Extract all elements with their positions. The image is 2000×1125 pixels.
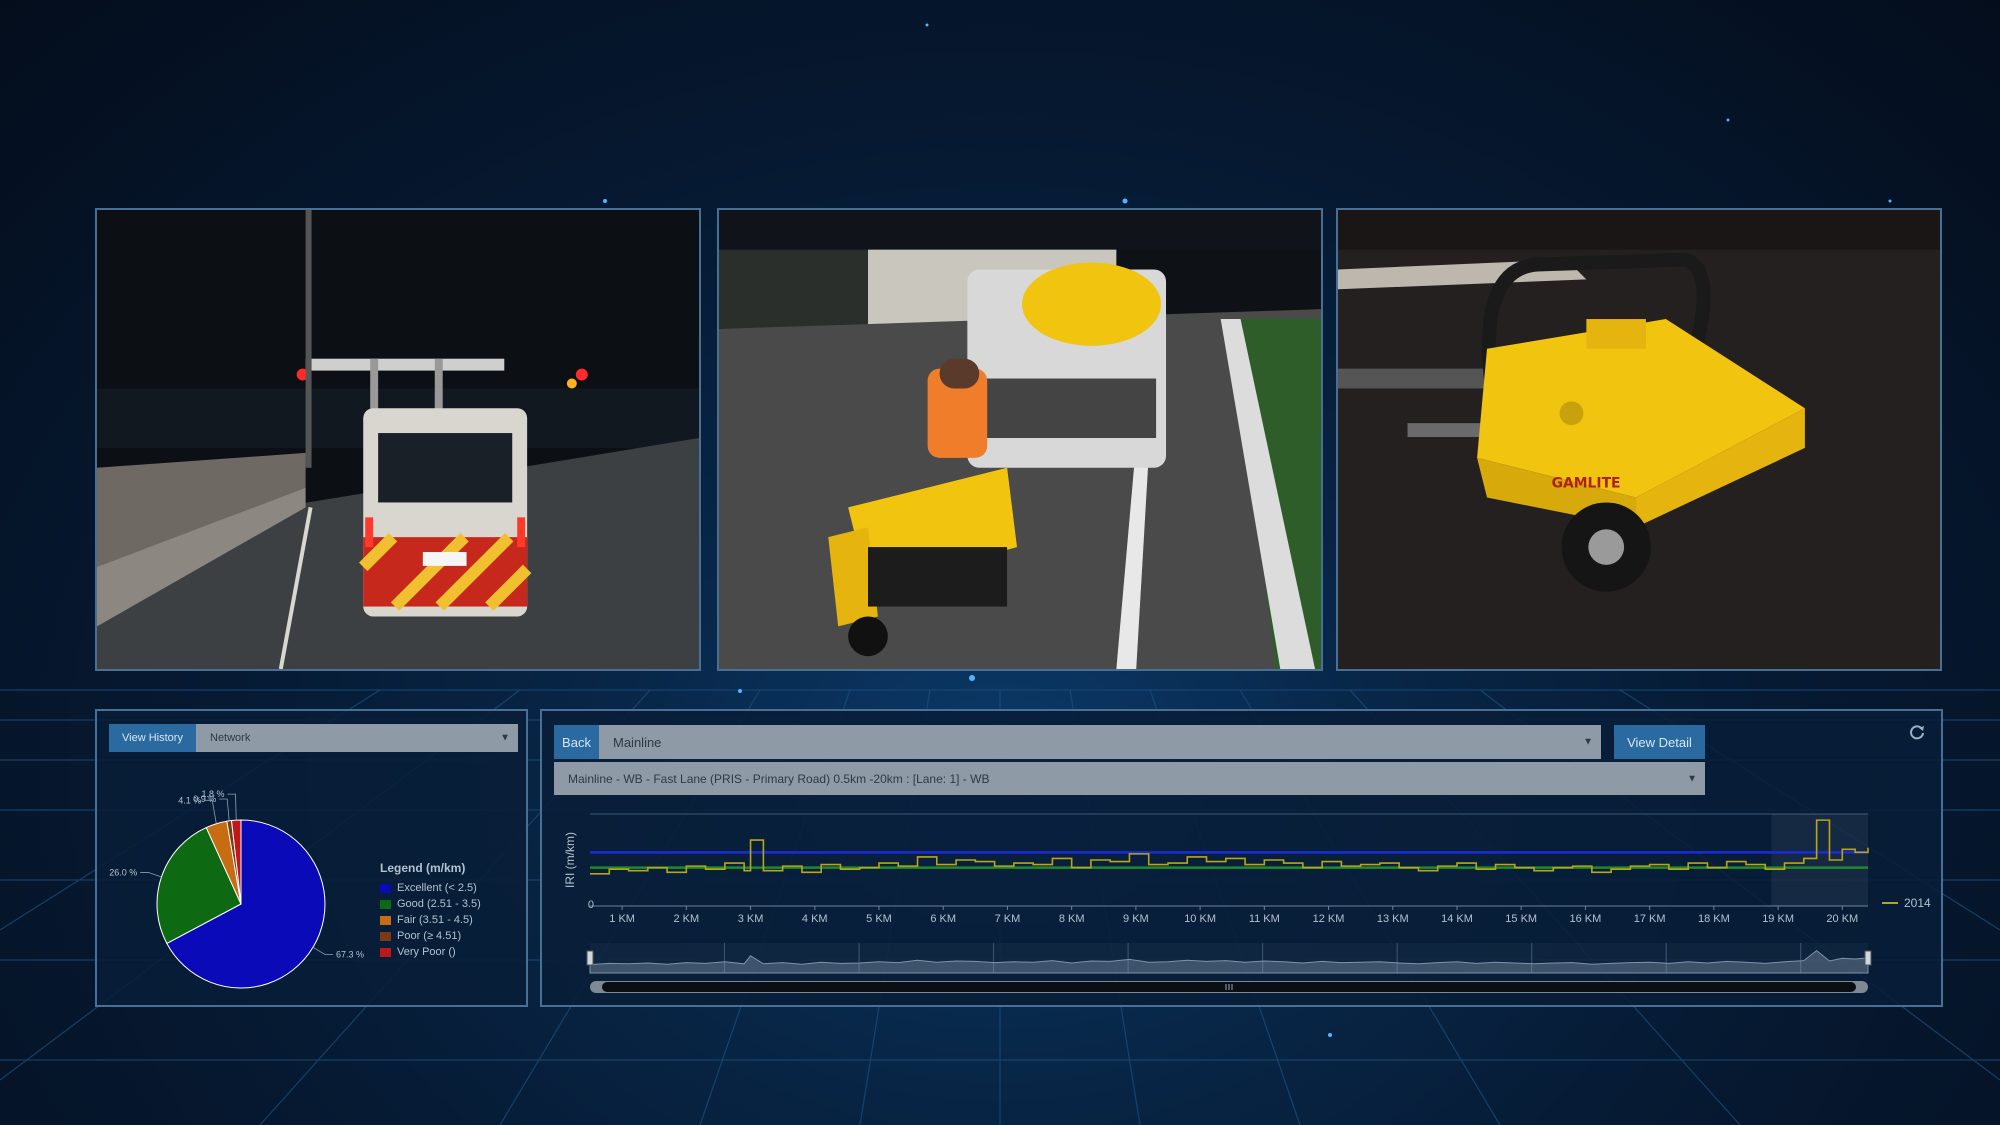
legend-item-very-poor: Very Poor ()	[380, 946, 456, 958]
chart-x-tick-label: 1 KM	[609, 913, 635, 925]
series-legend-label[interactable]: 2014	[1904, 896, 1931, 910]
legend-label: Fair (3.51 - 4.5)	[397, 914, 473, 926]
photo-worker-trailer	[717, 208, 1323, 671]
legend-swatch	[380, 931, 391, 941]
chart-x-tick-label: 7 KM	[995, 913, 1021, 925]
chart-x-tick-label: 6 KM	[930, 913, 956, 925]
chart-x-tick-label: 18 KM	[1698, 913, 1730, 925]
series-line-2014	[590, 819, 1869, 875]
iri-line-chart: IRI (m/km) 0 1 KM 2 KM 3 KM 4 KM 5 KM 6 KM 7 KM 8…	[563, 813, 1931, 993]
legend-label: Good (2.51 - 3.5)	[397, 898, 481, 910]
legend-title: Legend (m/km)	[380, 861, 466, 875]
chart-x-tick-label: 14 KM	[1441, 913, 1473, 925]
legend-swatch	[380, 947, 391, 957]
legend-item-good: Good (2.51 - 3.5)	[380, 898, 481, 910]
legend-swatch	[380, 899, 391, 909]
chart-x-tick-label: 20 KM	[1826, 913, 1858, 925]
legend-label: Poor (≥ 4.51)	[397, 930, 462, 942]
chart-x-tick-label: 12 KM	[1313, 913, 1345, 925]
chart-y-axis-label: IRI (m/km)	[563, 832, 577, 888]
condition-pie-chart: 67.3 %26.0 %4.1 %0.9 %1.8 %	[109, 789, 364, 989]
legend-label: Excellent (< 2.5)	[397, 882, 477, 894]
navigator-handle[interactable]	[586, 950, 594, 966]
chart-x-tick-label: 10 KM	[1184, 913, 1216, 925]
pie-data-label: 67.3 %	[336, 950, 364, 960]
legend-swatch	[380, 915, 391, 925]
chart-x-tick-label: 2 KM	[673, 913, 699, 925]
chart-x-tick-label: 17 KM	[1634, 913, 1666, 925]
chart-x-tick-label: 11 KM	[1249, 913, 1280, 925]
chart-x-tick-label: 4 KM	[802, 913, 828, 925]
chart-x-tick-label: 3 KM	[738, 913, 764, 925]
chart-x-tick-label: 15 KM	[1505, 913, 1537, 925]
pie-data-label: 26.0 %	[109, 867, 137, 877]
pie-label-connector	[312, 946, 333, 955]
chart-y-tick-label: 0	[588, 899, 594, 911]
chart-x-tick-label: 8 KM	[1059, 913, 1085, 925]
photo-survey-van	[95, 208, 701, 671]
legend-swatch	[380, 883, 391, 893]
chart-x-tick-label: 13 KM	[1377, 913, 1409, 925]
chart-shaded-region	[1771, 814, 1868, 906]
legend-item-fair: Fair (3.51 - 4.5)	[380, 914, 473, 926]
pie-label-connector	[219, 798, 230, 821]
condition-pie-panel: View History Network ▼ 67.3 % 26.0 % 4.1 %…	[95, 709, 528, 1007]
chart-x-tick-label: 9 KM	[1123, 913, 1149, 925]
pie-label-connector	[140, 872, 162, 878]
legend-item-excellent: Excellent (< 2.5)	[380, 882, 477, 894]
chart-x-tick-label: 5 KM	[866, 913, 892, 925]
svg-text:GAMLITE: GAMLITE	[1552, 476, 1621, 492]
photo-profiler-trailer: GAMLITE	[1336, 208, 1942, 671]
legend-item-poor: Poor (≥ 4.51)	[380, 930, 461, 942]
pie-data-label: 1.8 %	[201, 789, 224, 799]
chart-x-tick-label: 19 KM	[1762, 913, 1794, 925]
legend-label: Very Poor ()	[397, 946, 456, 958]
iri-chart-panel: Back Mainline ▼ View Detail Mainline - W…	[540, 709, 1943, 1007]
navigator-handle[interactable]	[1864, 950, 1872, 966]
chart-x-tick-label: 16 KM	[1570, 913, 1602, 925]
